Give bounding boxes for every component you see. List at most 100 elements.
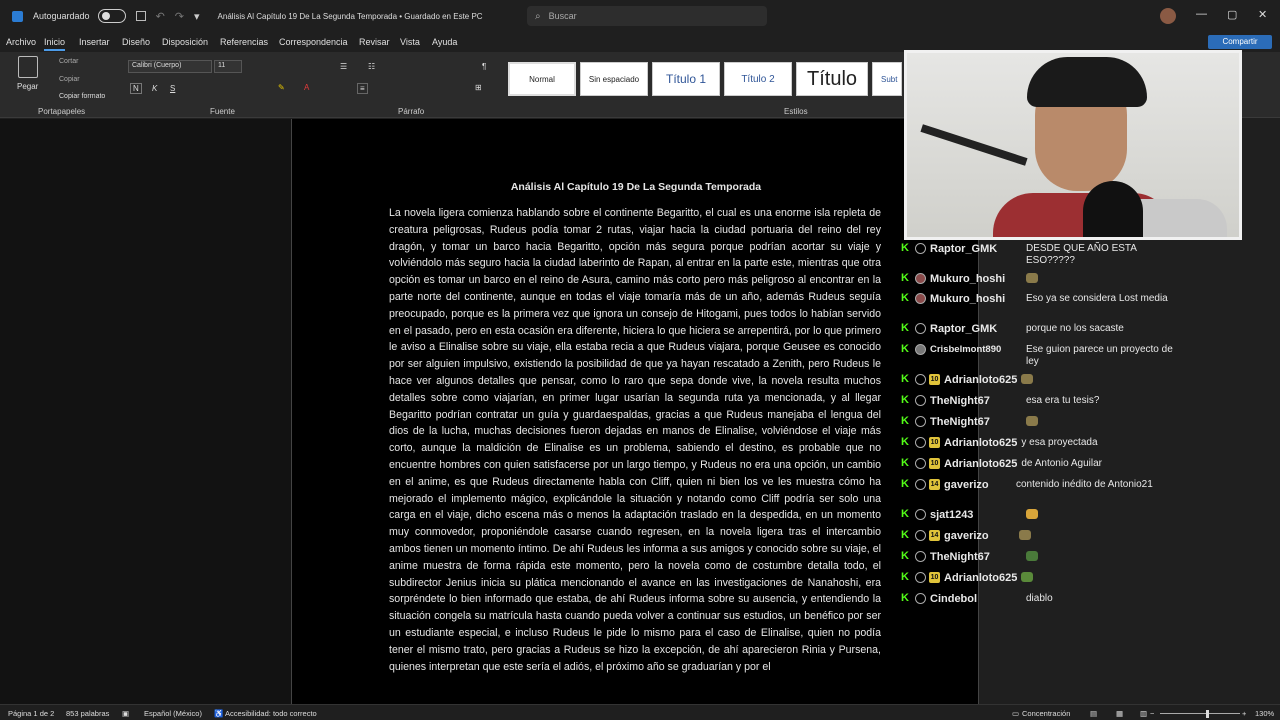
zoom-in-button[interactable]: + bbox=[1242, 709, 1246, 718]
zoom-slider-thumb[interactable] bbox=[1206, 710, 1210, 718]
save-icon[interactable] bbox=[135, 11, 146, 21]
tab-diseno[interactable]: Diseño bbox=[122, 37, 150, 47]
person-icon bbox=[915, 395, 926, 406]
chat-text: Eso ya se considera Lost media bbox=[1026, 293, 1168, 304]
document-page[interactable]: Análisis Al Capítulo 19 De La Segunda Te… bbox=[291, 119, 979, 704]
proofing-icon[interactable]: ▣ bbox=[122, 709, 129, 718]
autosave-toggle[interactable] bbox=[97, 9, 126, 23]
document-title[interactable]: Análisis Al Capítulo 19 De La Segunda Te… bbox=[218, 12, 483, 21]
format-painter-button[interactable]: Copiar formato bbox=[59, 93, 105, 100]
subscriber-badge: 10 bbox=[929, 374, 940, 385]
customize-toolbar-icon[interactable]: ▾ bbox=[194, 10, 200, 23]
font-size-select[interactable]: 11 bbox=[214, 60, 242, 73]
font-name-select[interactable]: Calibri (Cuerpo) bbox=[128, 60, 212, 73]
numbering-icon[interactable]: ☷ bbox=[368, 62, 375, 71]
font-color-icon[interactable]: A bbox=[304, 83, 309, 92]
style-heading-1[interactable]: Título 1 bbox=[652, 62, 720, 96]
highlight-icon[interactable]: ✎ bbox=[278, 83, 285, 92]
word-count[interactable]: 853 palabras bbox=[66, 709, 109, 718]
chat-message: K 14 gaverizo contenido inédito de Anton… bbox=[898, 479, 1280, 492]
subscriber-badge: 10 bbox=[929, 437, 940, 448]
tab-archivo[interactable]: Archivo bbox=[6, 37, 36, 47]
chat-username: Adrianloto625 bbox=[944, 572, 1018, 584]
zoom-level[interactable]: 130% bbox=[1255, 709, 1274, 718]
kick-icon: K bbox=[901, 592, 909, 604]
style-title[interactable]: Título bbox=[796, 62, 868, 96]
chat-message: K 10 Adrianloto625 bbox=[898, 572, 1280, 584]
zoom-out-button[interactable]: − bbox=[1150, 709, 1154, 718]
chat-message: K Raptor_GMK porque no los sacaste bbox=[898, 323, 1280, 336]
align-left-icon[interactable]: ≡ bbox=[357, 83, 368, 94]
status-bar: Página 1 de 2 853 palabras ▣ Español (Mé… bbox=[0, 704, 1280, 720]
account-avatar[interactable] bbox=[1160, 8, 1176, 24]
chat-username: Mukuro_hoshi bbox=[930, 293, 1006, 305]
kick-icon: K bbox=[901, 242, 909, 254]
redo-icon[interactable]: ↷ bbox=[175, 10, 184, 23]
close-button[interactable]: ✕ bbox=[1258, 8, 1267, 21]
italic-button[interactable]: K bbox=[152, 84, 157, 93]
chat-message: K Crisbelmont890 Ese guion parece un pro… bbox=[898, 344, 1280, 368]
emote-icon bbox=[1026, 551, 1038, 562]
style-subtitle[interactable]: Subt bbox=[872, 62, 902, 96]
accessibility-icon[interactable]: ♿ bbox=[214, 709, 223, 718]
chat-message: K 10 Adrianloto625 y esa proyectada bbox=[898, 437, 1280, 450]
pilcrow-icon[interactable]: ¶ bbox=[482, 62, 486, 71]
style-normal[interactable]: Normal bbox=[508, 62, 576, 96]
search-box[interactable]: ⌕ Buscar bbox=[527, 6, 767, 26]
undo-icon[interactable]: ↶ bbox=[156, 10, 165, 23]
chat-username: TheNight67 bbox=[930, 551, 990, 563]
chat-message: K Mukuro_hoshi bbox=[898, 273, 1280, 285]
focus-icon[interactable]: ▭ bbox=[1012, 709, 1019, 718]
tab-ayuda[interactable]: Ayuda bbox=[432, 37, 457, 47]
tab-referencias[interactable]: Referencias bbox=[220, 37, 268, 47]
chat-message: K TheNight67 bbox=[898, 551, 1280, 563]
tab-correspondencia[interactable]: Correspondencia bbox=[279, 37, 348, 47]
tab-revisar[interactable]: Revisar bbox=[359, 37, 390, 47]
person-icon bbox=[915, 593, 926, 604]
chat-username: Raptor_GMK bbox=[930, 323, 998, 335]
focus-mode-button[interactable]: Concentración bbox=[1022, 709, 1070, 718]
underline-button[interactable]: S bbox=[170, 84, 175, 93]
person-icon bbox=[915, 509, 926, 520]
zoom-slider[interactable] bbox=[1160, 713, 1240, 714]
document-title-heading: Análisis Al Capítulo 19 De La Segunda Te… bbox=[510, 181, 762, 193]
chat-username: TheNight67 bbox=[930, 395, 990, 407]
chat-text: diablo bbox=[1026, 593, 1053, 604]
share-button[interactable]: Compartir bbox=[1208, 35, 1272, 49]
print-layout-icon[interactable]: ▦ bbox=[1116, 709, 1123, 718]
style-heading-2[interactable]: Título 2 bbox=[724, 62, 792, 96]
tab-disposicion[interactable]: Disposición bbox=[162, 37, 208, 47]
language-indicator[interactable]: Español (México) bbox=[144, 709, 202, 718]
bullets-icon[interactable]: ☰ bbox=[340, 62, 347, 71]
kick-icon: K bbox=[901, 571, 909, 583]
person-icon bbox=[915, 530, 926, 541]
user-avatar bbox=[915, 293, 926, 304]
group-font-label: Fuente bbox=[210, 107, 235, 116]
tab-vista[interactable]: Vista bbox=[400, 37, 420, 47]
tab-inicio[interactable]: Inicio bbox=[44, 37, 66, 51]
bold-button[interactable]: N bbox=[130, 83, 142, 94]
read-mode-icon[interactable]: ▤ bbox=[1090, 709, 1097, 718]
borders-icon[interactable]: ⊞ bbox=[475, 83, 482, 92]
kick-icon: K bbox=[901, 529, 909, 541]
chat-text bbox=[1026, 273, 1184, 285]
page-count[interactable]: Página 1 de 2 bbox=[8, 709, 54, 718]
cut-button[interactable]: Cortar bbox=[59, 58, 78, 65]
paste-icon[interactable] bbox=[18, 56, 38, 78]
kick-icon: K bbox=[901, 292, 909, 304]
paste-button[interactable]: Pegar bbox=[17, 82, 38, 91]
emote-icon bbox=[1021, 374, 1034, 385]
chat-message: K 14 gaverizo bbox=[898, 530, 1280, 542]
web-layout-icon[interactable]: ▥ bbox=[1140, 709, 1147, 718]
maximize-button[interactable]: ▢ bbox=[1227, 8, 1237, 21]
style-no-spacing[interactable]: Sin espaciado bbox=[580, 62, 648, 96]
tab-insertar[interactable]: Insertar bbox=[79, 37, 110, 47]
chat-text bbox=[1019, 530, 1177, 542]
chat-username: Adrianloto625 bbox=[944, 458, 1018, 470]
minimize-button[interactable]: — bbox=[1196, 8, 1207, 20]
emote-icon bbox=[1019, 530, 1031, 541]
accessibility-status[interactable]: Accesibilidad: todo correcto bbox=[225, 709, 317, 718]
document-body[interactable]: La novela ligera comienza hablando sobre… bbox=[389, 205, 881, 675]
copy-button[interactable]: Copiar bbox=[59, 76, 80, 83]
chat-username: sjat1243 bbox=[930, 509, 974, 521]
